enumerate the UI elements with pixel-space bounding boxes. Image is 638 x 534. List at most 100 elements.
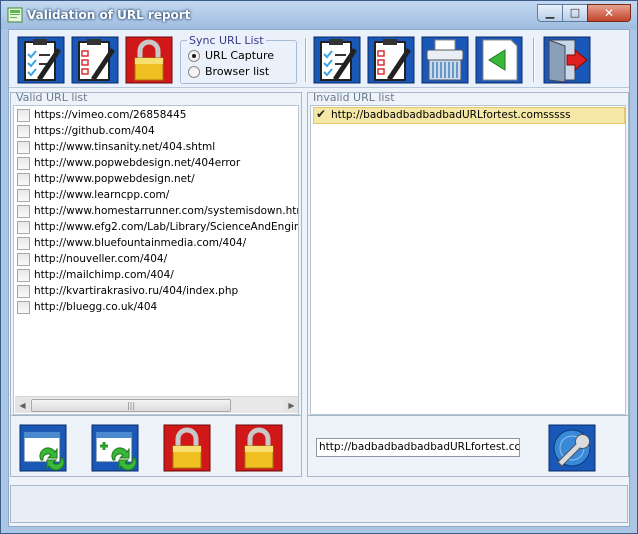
radio-indicator[interactable] — [188, 49, 200, 62]
list-item[interactable]: http://www.popwebdesign.net/ — [17, 171, 298, 187]
lock-button[interactable] — [125, 36, 173, 84]
invalid-url-panel: Invalid URL list ✔ http://badbadbadbadba… — [307, 91, 629, 418]
url-text: http://kvartirakrasivo.ru/404/index.php — [34, 285, 239, 297]
scroll-left-button[interactable]: ◀ — [15, 398, 30, 413]
valid-url-panel: Valid URL list https://vimeo.com/2685844… — [10, 91, 302, 418]
lock-icon — [235, 424, 283, 472]
list-item[interactable]: https://vimeo.com/26858445 — [17, 107, 298, 123]
invalid-url-list[interactable]: ✔ http://badbadbadbadbadURLfortest.comss… — [310, 105, 626, 415]
checkbox[interactable] — [17, 109, 30, 122]
refresh-list-button[interactable] — [19, 424, 67, 472]
list-item[interactable]: http://kvartirakrasivo.ru/404/index.php — [17, 283, 298, 299]
url-text: http://www.popwebdesign.net/404error — [34, 157, 241, 169]
checkbox[interactable] — [17, 221, 30, 234]
toolbar: Sync URL List URL Capture Browser list — [9, 30, 629, 88]
add-refresh-button[interactable] — [91, 424, 139, 472]
title-bar[interactable]: Validation of URL report ▁ □ ✕ — [1, 1, 637, 29]
radio-label: URL Capture — [205, 49, 275, 62]
maximize-icon: □ — [569, 6, 581, 19]
list-item[interactable]: http://www.bluefountainmedia.com/404/ — [17, 235, 298, 251]
checkbox[interactable] — [17, 189, 30, 202]
invalid-url-legend: Invalid URL list — [313, 91, 395, 104]
url-text: http://www.bluefountainmedia.com/404/ — [34, 237, 247, 249]
url-text: http://badbadbadbadbadURLfortest.comssss… — [331, 109, 571, 121]
url-text: http://mailchimp.com/404/ — [34, 269, 174, 281]
list-actions-panel — [10, 415, 302, 477]
minimize-button[interactable]: ▁ — [537, 4, 563, 22]
checklist-pen-icon — [313, 36, 361, 84]
checkbox[interactable] — [17, 301, 30, 314]
checkbox[interactable] — [17, 125, 30, 138]
lock-button-3[interactable] — [235, 424, 283, 472]
list-item[interactable]: http://www.popwebdesign.net/404error — [17, 155, 298, 171]
url-text: http://www.efg2.com/Lab/Library/ScienceA… — [34, 221, 298, 233]
checkbox[interactable] — [17, 141, 30, 154]
add-refresh-window-icon — [91, 424, 139, 472]
list-item[interactable]: http://www.homestarrunner.com/systemisdo… — [17, 203, 299, 219]
main-window: Validation of URL report ▁ □ ✕ Sync URL … — [0, 0, 638, 534]
list-item-selected[interactable]: ✔ http://badbadbadbadbadURLfortest.comss… — [313, 107, 625, 124]
checkbox[interactable] — [17, 237, 30, 250]
app-icon — [7, 7, 23, 23]
url-input[interactable]: http://badbadbadbadbadURLfortest.coms — [316, 438, 520, 457]
maximize-button[interactable]: □ — [562, 4, 588, 22]
client-area: Sync URL List URL Capture Browser list V… — [8, 29, 630, 527]
checkbox[interactable] — [17, 285, 30, 298]
toolbar-separator — [533, 38, 535, 82]
list-item[interactable]: http://mailchimp.com/404/ — [17, 267, 298, 283]
lock-icon — [125, 36, 173, 84]
checkbox[interactable] — [17, 173, 30, 186]
valid-url-list[interactable]: https://vimeo.com/26858445 https://githu… — [13, 105, 299, 415]
checkmark-icon[interactable]: ✔ — [316, 108, 326, 121]
wrench-globe-icon — [548, 424, 596, 472]
horizontal-scrollbar[interactable]: ◀ ||| ▶ — [15, 396, 298, 413]
url-text: http://bluegg.co.uk/404 — [34, 301, 158, 313]
window-controls: ▁ □ ✕ — [537, 4, 631, 22]
status-bar — [10, 485, 628, 523]
shredder-icon — [421, 36, 469, 84]
exit-door-icon — [543, 36, 591, 84]
url-text: https://github.com/404 — [34, 125, 155, 137]
sync-legend: Sync URL List — [187, 34, 266, 47]
list-item[interactable]: http://www.efg2.com/Lab/Library/ScienceA… — [17, 219, 298, 235]
url-edit-panel: http://badbadbadbadbadURLfortest.coms — [307, 415, 629, 477]
lock-icon — [163, 424, 211, 472]
list-item[interactable]: http://nouveller.com/404/ — [17, 251, 298, 267]
radio-url-capture[interactable]: URL Capture — [188, 49, 274, 62]
checkbox[interactable] — [17, 253, 30, 266]
refresh-window-icon — [19, 424, 67, 472]
valid-url-legend: Valid URL list — [16, 91, 88, 104]
list-item[interactable]: https://github.com/404 — [17, 123, 298, 139]
url-text: http://www.learncpp.com/ — [34, 189, 170, 201]
checklist-pen-button-2[interactable] — [313, 36, 361, 84]
checkbox[interactable] — [17, 205, 30, 218]
checklist-red-pen-button-2[interactable] — [367, 36, 415, 84]
scroll-right-button[interactable]: ▶ — [284, 398, 298, 413]
list-item[interactable]: http://www.tinsanity.net/404.shtml — [17, 139, 298, 155]
url-text: http://www.popwebdesign.net/ — [34, 173, 195, 185]
settings-tool-button[interactable] — [548, 424, 596, 472]
url-text: http://www.homestarrunner.com/systemisdo… — [34, 205, 299, 217]
back-page-button[interactable] — [475, 36, 523, 84]
radio-label: Browser list — [205, 65, 270, 78]
checklist-pen-button[interactable] — [17, 36, 65, 84]
close-button[interactable]: ✕ — [587, 4, 631, 22]
close-icon: ✕ — [603, 6, 615, 20]
back-arrow-page-icon — [475, 36, 523, 84]
toolbar-separator — [305, 38, 307, 82]
url-text: http://nouveller.com/404/ — [34, 253, 168, 265]
exit-button[interactable] — [543, 36, 591, 84]
list-item[interactable]: http://bluegg.co.uk/404 — [17, 299, 298, 315]
radio-indicator[interactable] — [188, 65, 200, 78]
url-text: https://vimeo.com/26858445 — [34, 109, 187, 121]
list-item[interactable]: http://www.learncpp.com/ — [17, 187, 298, 203]
checkbox[interactable] — [17, 157, 30, 170]
lock-button-2[interactable] — [163, 424, 211, 472]
radio-browser-list[interactable]: Browser list — [188, 65, 269, 78]
shredder-button[interactable] — [421, 36, 469, 84]
checklist-red-pen-button[interactable] — [71, 36, 119, 84]
scroll-thumb[interactable]: ||| — [31, 399, 231, 412]
window-title: Validation of URL report — [27, 8, 191, 22]
checklist-red-icon — [71, 36, 119, 84]
checkbox[interactable] — [17, 269, 30, 282]
